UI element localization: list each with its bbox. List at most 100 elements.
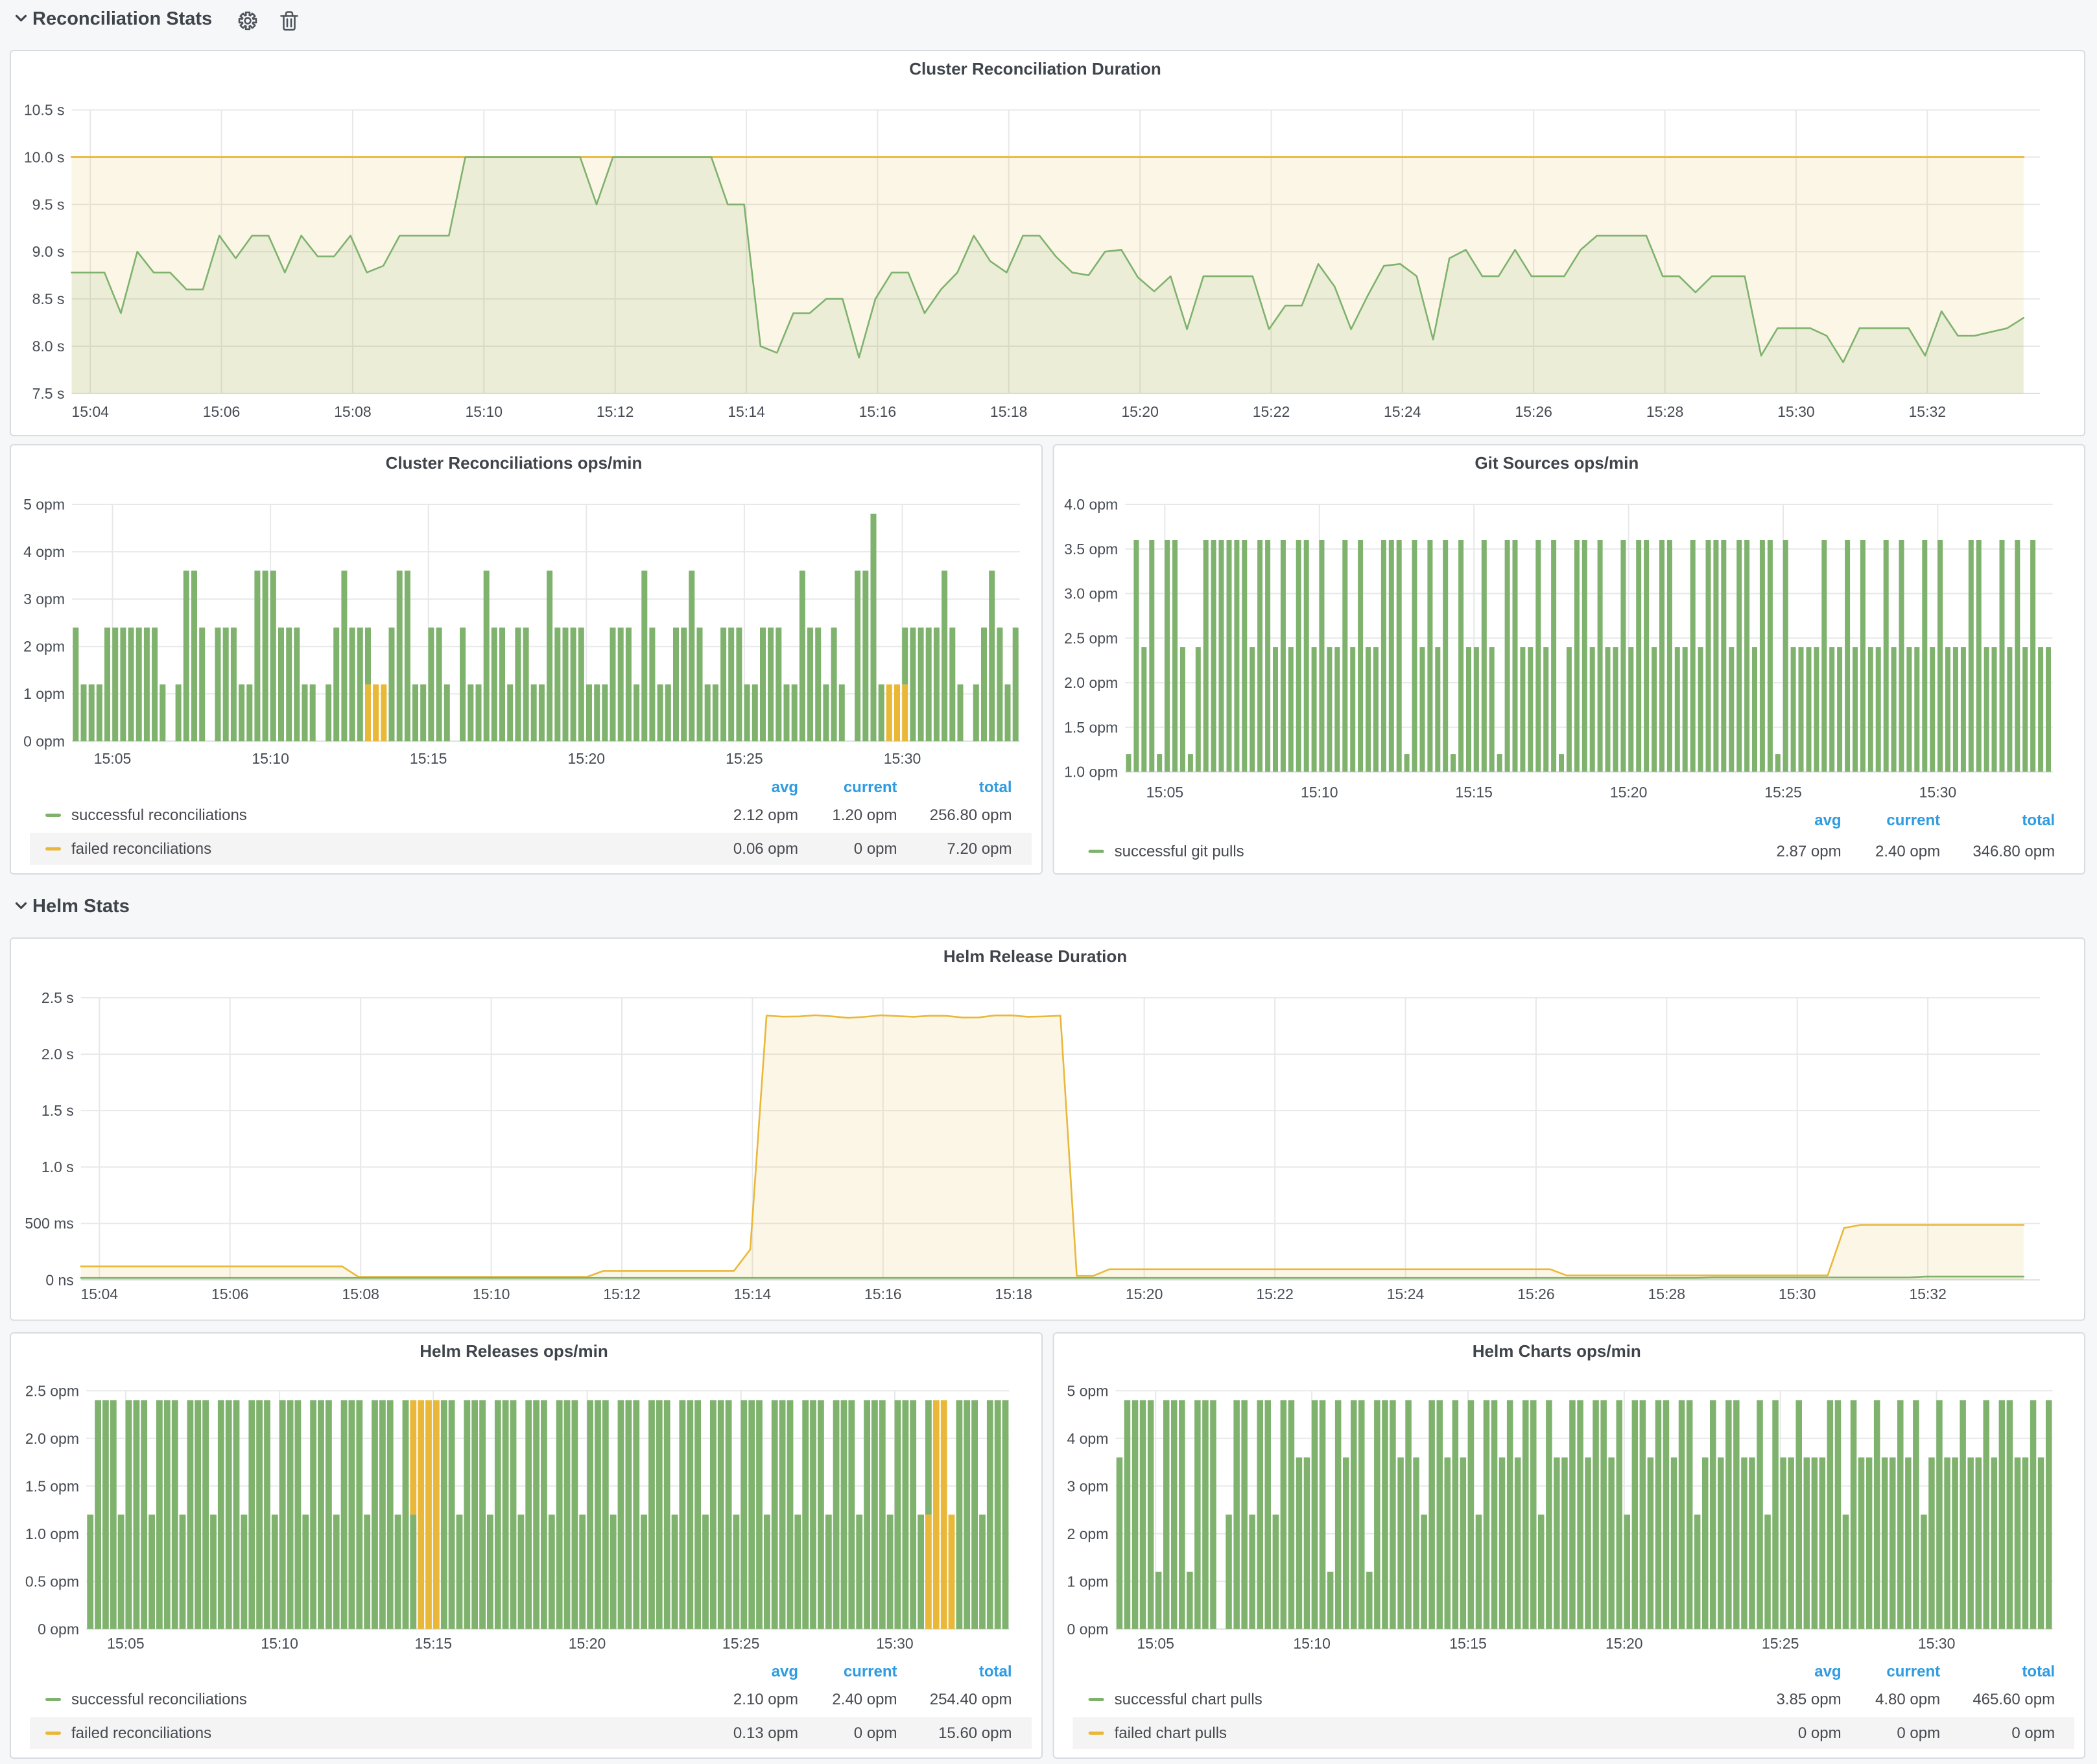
svg-text:15.60 opm: 15.60 opm bbox=[938, 1724, 1012, 1742]
svg-text:3 opm: 3 opm bbox=[1067, 1477, 1108, 1494]
svg-text:0 opm: 0 opm bbox=[1897, 1724, 1940, 1742]
svg-text:15:16: 15:16 bbox=[864, 1286, 902, 1302]
svg-text:10.5 s: 10.5 s bbox=[24, 102, 65, 119]
svg-text:15:30: 15:30 bbox=[1919, 784, 1957, 801]
svg-text:avg: avg bbox=[1814, 1663, 1841, 1680]
svg-text:successful reconciliations: successful reconciliations bbox=[71, 806, 247, 824]
svg-text:2.5 s: 2.5 s bbox=[41, 989, 74, 1006]
svg-text:15:30: 15:30 bbox=[884, 750, 921, 767]
svg-text:10.0 s: 10.0 s bbox=[24, 148, 65, 165]
svg-text:15:28: 15:28 bbox=[1646, 403, 1684, 420]
svg-text:15:04: 15:04 bbox=[81, 1286, 119, 1302]
svg-text:15:20: 15:20 bbox=[1121, 403, 1159, 420]
svg-text:4.0 opm: 4.0 opm bbox=[1064, 496, 1118, 513]
svg-text:15:30: 15:30 bbox=[876, 1635, 914, 1652]
svg-text:15:20: 15:20 bbox=[569, 1635, 606, 1652]
svg-text:15:10: 15:10 bbox=[252, 750, 289, 767]
svg-text:15:30: 15:30 bbox=[1918, 1635, 1956, 1652]
svg-text:5 opm: 5 opm bbox=[1067, 1382, 1108, 1399]
svg-text:current: current bbox=[844, 779, 897, 796]
svg-text:failed chart pulls: failed chart pulls bbox=[1115, 1724, 1227, 1742]
svg-text:1.0 opm: 1.0 opm bbox=[25, 1525, 79, 1542]
svg-text:15:10: 15:10 bbox=[466, 403, 503, 420]
svg-text:15:32: 15:32 bbox=[1909, 1286, 1947, 1302]
svg-text:15:25: 15:25 bbox=[1762, 1635, 1799, 1652]
svg-text:15:08: 15:08 bbox=[342, 1286, 379, 1302]
svg-text:1.5 opm: 1.5 opm bbox=[25, 1477, 79, 1494]
svg-text:15:05: 15:05 bbox=[1146, 784, 1184, 801]
svg-text:15:15: 15:15 bbox=[1449, 1635, 1487, 1652]
svg-text:0 opm: 0 opm bbox=[38, 1621, 79, 1638]
svg-text:2.0 opm: 2.0 opm bbox=[1064, 674, 1118, 691]
svg-text:15:04: 15:04 bbox=[71, 403, 109, 420]
svg-text:total: total bbox=[2022, 1663, 2055, 1680]
svg-text:Cluster Reconciliation Duratio: Cluster Reconciliation Duration bbox=[909, 59, 1161, 78]
svg-text:15:05: 15:05 bbox=[94, 750, 132, 767]
svg-text:successful chart pulls: successful chart pulls bbox=[1115, 1691, 1262, 1708]
svg-text:5 opm: 5 opm bbox=[23, 496, 65, 513]
svg-text:15:08: 15:08 bbox=[334, 403, 372, 420]
svg-text:15:24: 15:24 bbox=[1387, 1286, 1425, 1302]
svg-text:successful reconciliations: successful reconciliations bbox=[71, 1691, 247, 1708]
svg-text:15:32: 15:32 bbox=[1909, 403, 1947, 420]
svg-text:Helm Charts ops/min: Helm Charts ops/min bbox=[1473, 1341, 1641, 1361]
svg-text:15:10: 15:10 bbox=[1301, 784, 1338, 801]
svg-text:Reconciliation Stats: Reconciliation Stats bbox=[32, 8, 212, 29]
svg-text:15:12: 15:12 bbox=[603, 1286, 641, 1302]
svg-text:4 opm: 4 opm bbox=[1067, 1430, 1108, 1447]
svg-text:15:20: 15:20 bbox=[1605, 1635, 1643, 1652]
svg-text:4.80 opm: 4.80 opm bbox=[1875, 1691, 1940, 1708]
svg-text:15:06: 15:06 bbox=[203, 403, 241, 420]
svg-text:0 opm: 0 opm bbox=[1798, 1724, 1842, 1742]
svg-text:15:18: 15:18 bbox=[995, 1286, 1032, 1302]
svg-text:current: current bbox=[844, 1663, 897, 1680]
svg-text:15:06: 15:06 bbox=[211, 1286, 249, 1302]
svg-text:2.40 opm: 2.40 opm bbox=[832, 1691, 897, 1708]
svg-text:Helm Release Duration: Helm Release Duration bbox=[943, 947, 1127, 966]
svg-text:1 opm: 1 opm bbox=[1067, 1573, 1108, 1590]
svg-text:0 opm: 0 opm bbox=[1067, 1621, 1108, 1638]
svg-text:failed reconciliations: failed reconciliations bbox=[71, 1724, 211, 1742]
svg-text:465.60 opm: 465.60 opm bbox=[1973, 1691, 2055, 1708]
svg-text:9.5 s: 9.5 s bbox=[32, 196, 65, 213]
svg-text:15:30: 15:30 bbox=[1777, 403, 1815, 420]
svg-text:15:26: 15:26 bbox=[1517, 1286, 1555, 1302]
svg-text:0 opm: 0 opm bbox=[854, 1724, 897, 1742]
svg-text:0 ns: 0 ns bbox=[45, 1271, 73, 1288]
svg-text:1.5 s: 1.5 s bbox=[41, 1102, 74, 1119]
svg-text:15:15: 15:15 bbox=[1455, 784, 1493, 801]
svg-text:15:26: 15:26 bbox=[1515, 403, 1552, 420]
svg-text:avg: avg bbox=[772, 779, 798, 796]
svg-text:0.5 opm: 0.5 opm bbox=[25, 1573, 79, 1590]
svg-text:3.85 opm: 3.85 opm bbox=[1777, 1691, 1842, 1708]
svg-text:4 opm: 4 opm bbox=[23, 543, 65, 560]
svg-text:1.5 opm: 1.5 opm bbox=[1064, 719, 1118, 736]
svg-text:Helm Releases ops/min: Helm Releases ops/min bbox=[420, 1341, 608, 1361]
svg-text:0 opm: 0 opm bbox=[23, 733, 65, 749]
svg-text:1.0 opm: 1.0 opm bbox=[1064, 764, 1118, 781]
svg-text:15:22: 15:22 bbox=[1256, 1286, 1294, 1302]
svg-text:15:20: 15:20 bbox=[1126, 1286, 1163, 1302]
svg-text:total: total bbox=[979, 779, 1012, 796]
svg-text:15:15: 15:15 bbox=[410, 750, 447, 767]
svg-text:successful git pulls: successful git pulls bbox=[1115, 843, 1244, 860]
svg-text:15:20: 15:20 bbox=[568, 750, 606, 767]
svg-text:15:24: 15:24 bbox=[1384, 403, 1421, 420]
svg-text:15:10: 15:10 bbox=[473, 1286, 510, 1302]
svg-text:1 opm: 1 opm bbox=[23, 685, 65, 702]
svg-text:failed reconciliations: failed reconciliations bbox=[71, 840, 211, 858]
svg-text:1.20 opm: 1.20 opm bbox=[832, 806, 897, 824]
svg-text:15:18: 15:18 bbox=[990, 403, 1028, 420]
svg-text:15:30: 15:30 bbox=[1779, 1286, 1816, 1302]
svg-text:15:15: 15:15 bbox=[415, 1635, 453, 1652]
svg-text:15:25: 15:25 bbox=[726, 750, 763, 767]
svg-text:total: total bbox=[2022, 812, 2055, 829]
svg-text:346.80 opm: 346.80 opm bbox=[1973, 843, 2055, 860]
svg-text:15:05: 15:05 bbox=[107, 1635, 145, 1652]
svg-text:15:25: 15:25 bbox=[722, 1635, 760, 1652]
svg-text:7.20 opm: 7.20 opm bbox=[947, 840, 1012, 858]
svg-text:avg: avg bbox=[772, 1663, 798, 1680]
svg-text:2.87 opm: 2.87 opm bbox=[1777, 843, 1842, 860]
svg-text:2.40 opm: 2.40 opm bbox=[1875, 843, 1940, 860]
svg-text:current: current bbox=[1886, 812, 1940, 829]
